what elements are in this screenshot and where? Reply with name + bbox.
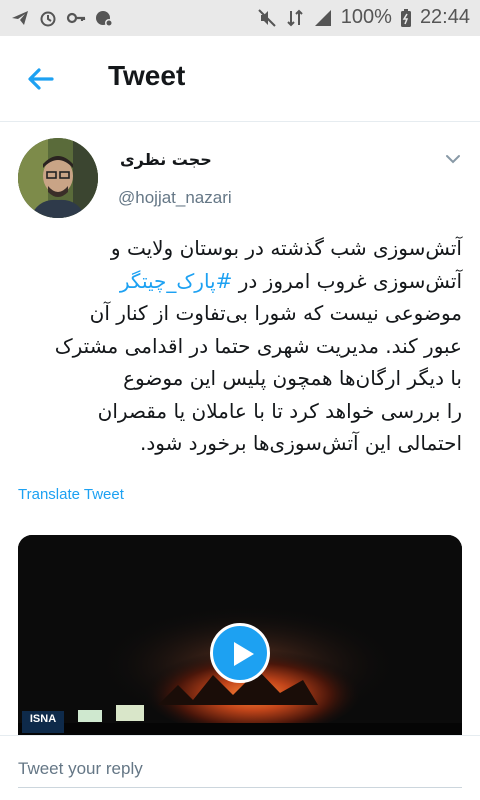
battery-icon (400, 8, 411, 27)
tweet-text-line: آتش‌سوزی شب گذشته در بوستان ولایت و (18, 232, 462, 265)
play-icon (234, 642, 254, 666)
avatar[interactable] (18, 138, 98, 218)
reply-bar (0, 735, 480, 800)
translate-tweet-link[interactable]: Translate Tweet (18, 486, 124, 503)
battery-percent: 100% (340, 6, 392, 28)
vpn-icon (96, 11, 113, 27)
status-bar-right: 100% 22:44 (257, 6, 470, 29)
avatar-image (18, 138, 98, 218)
media-badge: ISNA (22, 711, 64, 733)
chevron-down-icon (446, 155, 460, 164)
alarm-icon (40, 11, 56, 27)
tweet-text-segment: را بررسی خواهد کرد تا با عاملان یا مقصرا… (97, 398, 462, 423)
app-bar: Tweet (0, 36, 480, 122)
tweet-text-segment: موضوعی نیست که شورا بی‌تفاوت از کنار آن (89, 301, 462, 325)
clock: 22:44 (419, 6, 470, 28)
page-title: Tweet (108, 60, 186, 91)
tweet-text-segment: احتمالی این آتش‌سوزی‌ها برخورد شود. (139, 431, 462, 455)
status-bar: 100% 22:44 (0, 0, 480, 36)
tweet-text-line: با دیگر ارگان‌ها همچون پلیس این موضوع (18, 362, 462, 395)
mute-icon (258, 8, 276, 27)
back-arrow-icon (28, 68, 54, 90)
tweet-text-line: عبور کند. مدیریت شهری حتما در اقدامی مشت… (18, 330, 462, 363)
tweet-text-segment: عبور کند. مدیریت شهری حتما در اقدامی مشت… (54, 333, 462, 358)
tweet-text-segment: با دیگر ارگان‌ها همچون پلیس این موضوع (123, 366, 462, 390)
tweet-text-line: احتمالی این آتش‌سوزی‌ها برخورد شود. (18, 427, 462, 460)
tweet-text-line: آتش‌سوزی غروب امروز در #پارک_چیتگر (18, 265, 462, 298)
author-handle[interactable]: @hojjat_nazari (118, 188, 232, 208)
telegram-icon (12, 11, 28, 25)
video-thumbnail[interactable]: ISNA (18, 535, 462, 735)
data-icon (287, 9, 303, 26)
back-button[interactable] (24, 62, 58, 96)
reply-input[interactable] (18, 756, 462, 788)
signal-icon (314, 9, 331, 26)
tweet-text: آتش‌سوزی شب گذشته در بوستان ولایت و آتش‌س… (18, 232, 462, 460)
author-name[interactable]: حجت نظری (120, 150, 212, 169)
tweet-text-segment: آتش‌سوزی غروب امروز در (232, 268, 462, 293)
tweet-text-line: را بررسی خواهد کرد تا با عاملان یا مقصرا… (18, 395, 462, 428)
tweet-options-button[interactable] (444, 150, 462, 168)
play-button[interactable] (210, 623, 270, 683)
tweet-text-segment: آتش‌سوزی شب گذشته در بوستان ولایت و (110, 236, 462, 260)
status-bar-left (10, 8, 114, 28)
tweet-text-line: موضوعی نیست که شورا بی‌تفاوت از کنار آن (18, 297, 462, 330)
hashtag-link[interactable]: #پارک_چیتگر (120, 269, 233, 293)
key-icon (66, 12, 86, 24)
